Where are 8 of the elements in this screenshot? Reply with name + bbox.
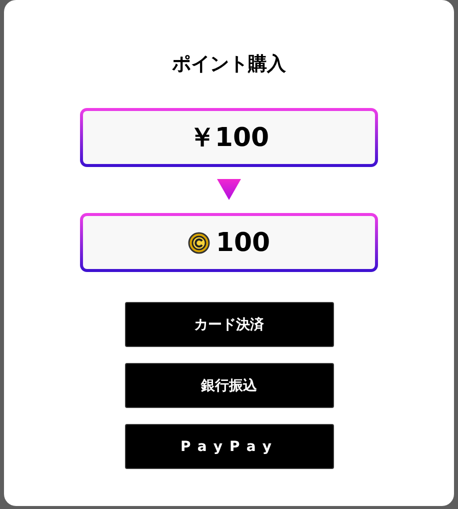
- amount-text: 100: [216, 228, 270, 258]
- payment-button[interactable]: 銀行振込: [124, 363, 334, 408]
- coin-icon: [188, 232, 210, 254]
- payment-button[interactable]: PayPay: [124, 424, 334, 469]
- down-arrow-icon: [217, 179, 241, 201]
- amount-text: ￥100: [188, 122, 270, 155]
- dialog-title: ポイント購入: [172, 52, 286, 77]
- payment-button[interactable]: カード決済: [124, 302, 334, 347]
